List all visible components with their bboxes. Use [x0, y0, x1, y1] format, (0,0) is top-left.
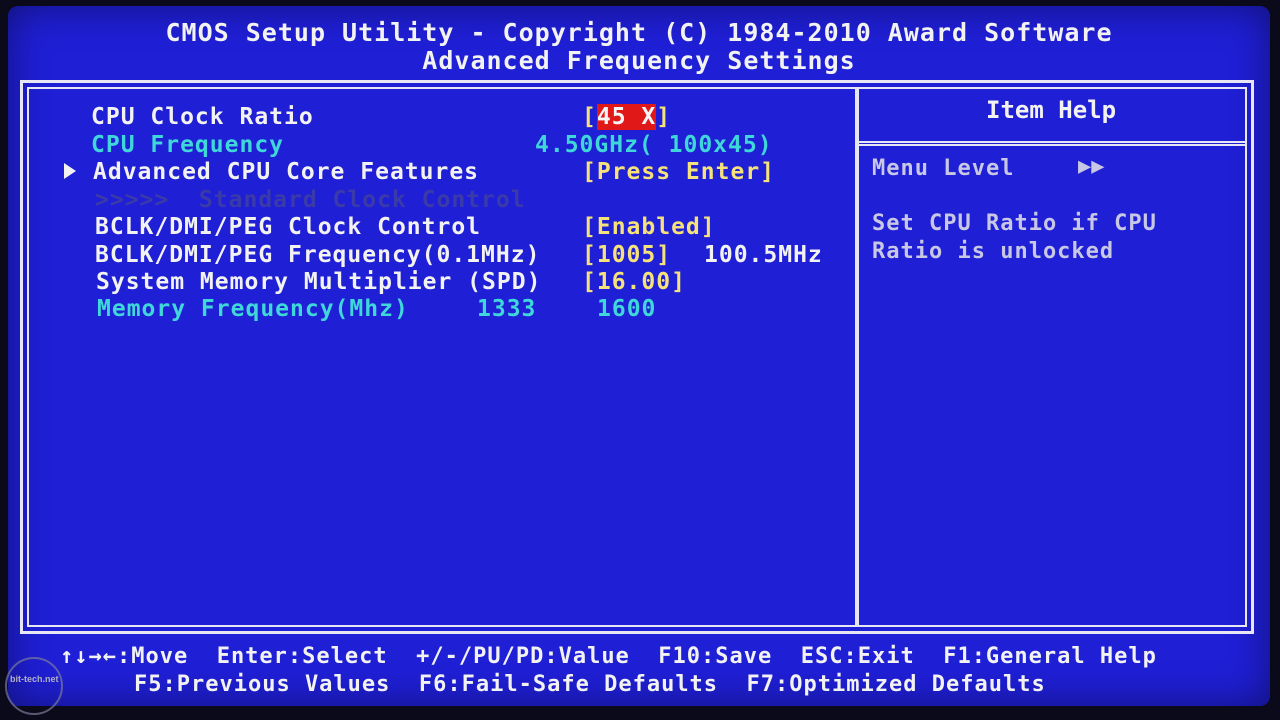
bracket-open: [: [582, 104, 597, 130]
setting-cpu-frequency-label: CPU Frequency: [91, 132, 285, 158]
menu-level-label: Menu Level: [872, 156, 1015, 181]
setting-bclk-frequency-label[interactable]: BCLK/DMI/PEG Frequency(0.1MHz): [95, 242, 540, 268]
setting-advanced-cpu-core-value[interactable]: [Press Enter]: [582, 159, 775, 185]
selected-value[interactable]: 45 X: [596, 104, 657, 130]
help-title-separator: [859, 141, 1245, 146]
setting-advanced-cpu-core-label[interactable]: Advanced CPU Core Features: [93, 159, 479, 185]
setting-bclk-frequency-readout: 100.5MHz: [704, 242, 823, 268]
setting-standard-clock-control-label: >>>>> Standard Clock Control: [95, 187, 526, 213]
watermark-logo: bit-tech.net: [5, 657, 63, 715]
setting-cpu-clock-ratio-label[interactable]: CPU Clock Ratio: [91, 104, 314, 130]
setting-cpu-frequency-value: 4.50GHz( 100x45): [535, 132, 773, 158]
setting-memory-frequency-value: 1333: [477, 296, 537, 322]
item-help-title: Item Help: [986, 96, 1117, 124]
setting-memory-multiplier-label[interactable]: System Memory Multiplier (SPD): [96, 269, 541, 295]
bios-screen: CMOS Setup Utility - Copyright (C) 1984-…: [8, 6, 1270, 706]
setting-cpu-clock-ratio-value[interactable]: [45 X]: [582, 104, 671, 130]
setting-memory-frequency-target: 1600: [597, 296, 657, 322]
panel-divider: [855, 89, 859, 625]
submenu-arrow-icon: [64, 163, 76, 179]
bios-title: CMOS Setup Utility - Copyright (C) 1984-…: [165, 18, 1113, 47]
help-text-line-1: Set CPU Ratio if CPU: [872, 211, 1157, 236]
setting-bclk-clock-control-value[interactable]: [Enabled]: [582, 214, 716, 240]
watermark-text: bit-tech.net: [10, 674, 59, 684]
footer-keys-line-2: F5:Previous Values F6:Fail-Safe Defaults…: [134, 672, 1046, 697]
setting-bclk-clock-control-label[interactable]: BCLK/DMI/PEG Clock Control: [95, 214, 481, 240]
setting-memory-frequency-label: Memory Frequency(Mhz): [97, 296, 409, 322]
menu-level-arrows-icon: ▶▶: [1078, 154, 1105, 179]
footer-keys-line-1: ↑↓→←:Move Enter:Select +/-/PU/PD:Value F…: [60, 644, 1157, 669]
setting-memory-multiplier-value[interactable]: [16.00]: [582, 269, 686, 295]
bracket-close: ]: [656, 104, 672, 130]
setting-bclk-frequency-value[interactable]: [1005]: [582, 242, 671, 268]
page-title: Advanced Frequency Settings: [422, 46, 856, 75]
help-text-line-2: Ratio is unlocked: [872, 239, 1115, 264]
